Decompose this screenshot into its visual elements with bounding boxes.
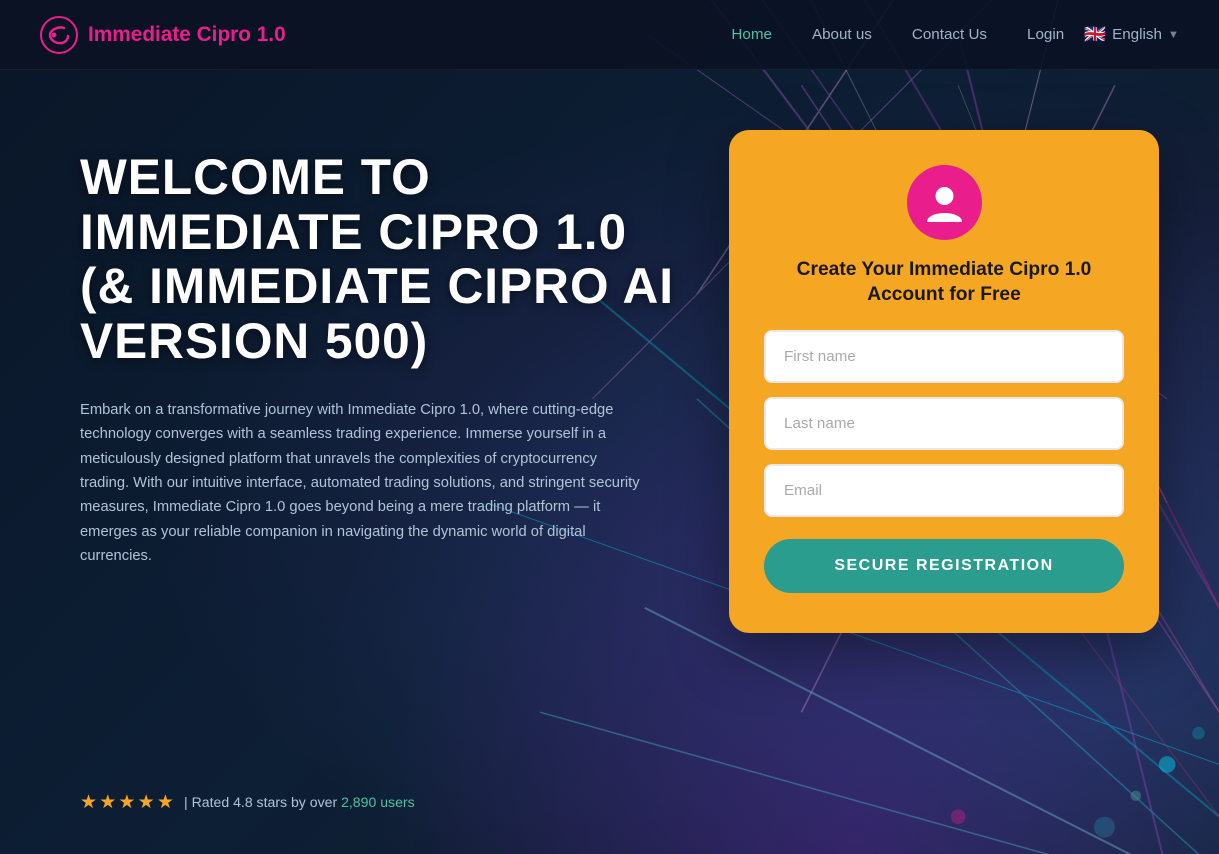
navbar: Immediate Cipro 1.0 Home About us Contac…	[0, 0, 1219, 70]
register-button[interactable]: SECURE REGISTRATION	[764, 539, 1124, 593]
nav-item-login[interactable]: Login	[1027, 26, 1064, 44]
nav-item-contact[interactable]: Contact Us	[912, 26, 987, 44]
last-name-input[interactable]	[764, 397, 1124, 450]
logo-container[interactable]: Immediate Cipro 1.0	[40, 16, 731, 54]
first-name-input[interactable]	[764, 330, 1124, 383]
logo-icon	[40, 16, 78, 54]
hero-title: WELCOME TO IMMEDIATE CIPRO 1.0 (& IMMEDI…	[80, 150, 689, 368]
email-input[interactable]	[764, 464, 1124, 517]
last-name-field	[764, 397, 1124, 450]
language-label: English	[1112, 26, 1162, 43]
user-avatar-icon	[907, 165, 982, 240]
card-title: Create Your Immediate Cipro 1.0 Account …	[764, 258, 1124, 308]
flag-icon: 🇬🇧	[1084, 24, 1106, 45]
main-content: WELCOME TO IMMEDIATE CIPRO 1.0 (& IMMEDI…	[0, 70, 1219, 854]
user-icon	[922, 180, 967, 225]
email-field	[764, 464, 1124, 517]
nav-item-home[interactable]: Home	[731, 26, 772, 44]
hero-description: Embark on a transformative journey with …	[80, 398, 640, 568]
nav-item-about[interactable]: About us	[812, 26, 872, 44]
left-content: WELCOME TO IMMEDIATE CIPRO 1.0 (& IMMEDI…	[80, 130, 689, 618]
registration-card: Create Your Immediate Cipro 1.0 Account …	[729, 130, 1159, 633]
chevron-down-icon: ▼	[1168, 29, 1179, 41]
language-selector[interactable]: 🇬🇧 English ▼	[1084, 24, 1179, 45]
nav-links: Home About us Contact Us Login	[731, 26, 1064, 44]
logo-text: Immediate Cipro 1.0	[88, 23, 286, 47]
first-name-field	[764, 330, 1124, 383]
